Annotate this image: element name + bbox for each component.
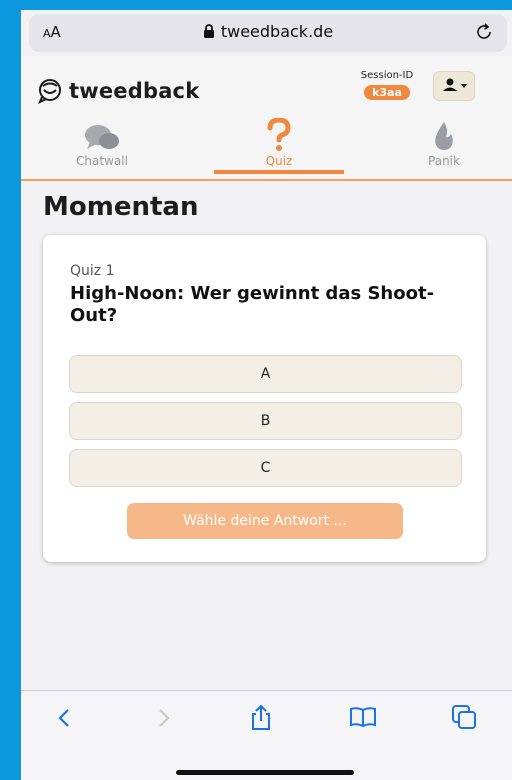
tab-chatwall-label: Chatwall <box>76 154 128 168</box>
app-header: tweedback Session-ID k3aa Chatwall Quiz … <box>21 56 512 181</box>
chevron-down-icon <box>461 84 467 88</box>
session-id-badge: k3aa <box>364 85 410 100</box>
share-icon[interactable] <box>249 703 273 731</box>
logo[interactable]: tweedback <box>37 78 199 104</box>
chat-bubbles-icon <box>85 125 119 149</box>
logo-text: tweedback <box>69 79 200 103</box>
answer-option-a[interactable]: A <box>69 355 462 393</box>
forward-icon[interactable] <box>155 707 173 729</box>
url-display[interactable]: tweedback.de <box>29 22 507 41</box>
quiz-card: Quiz 1 High-Noon: Wer gewinnt das Shoot-… <box>43 235 486 562</box>
page-title: Momentan <box>43 192 199 222</box>
back-icon[interactable] <box>55 707 73 729</box>
user-icon <box>443 78 467 91</box>
address-bar[interactable]: AAAA tweedback.de <box>29 14 507 52</box>
tab-panik-label: Panik <box>428 154 460 168</box>
submit-answer-button[interactable]: Wähle deine Antwort ... <box>127 503 403 539</box>
session-info: Session-ID k3aa <box>351 70 423 100</box>
reload-icon[interactable] <box>473 21 495 43</box>
lock-icon <box>203 24 214 38</box>
tweedback-logo-icon <box>38 79 61 104</box>
tab-quiz[interactable]: Quiz <box>214 116 344 176</box>
tabs-icon[interactable] <box>451 704 477 730</box>
phone-frame: AAAA tweedback.de twee <box>0 0 512 780</box>
screen: AAAA tweedback.de twee <box>21 10 512 780</box>
answer-option-b[interactable]: B <box>69 402 462 440</box>
browser-toolbar <box>21 690 512 780</box>
bookmarks-icon[interactable] <box>349 706 377 728</box>
answer-option-c[interactable]: C <box>69 449 462 487</box>
session-label: Session-ID <box>360 70 414 81</box>
home-indicator[interactable] <box>176 770 354 775</box>
active-tab-indicator <box>214 170 344 174</box>
flame-icon <box>435 122 453 150</box>
quiz-question: High-Noon: Wer gewinnt das Shoot-Out? <box>70 283 435 326</box>
url-text: tweedback.de <box>220 22 334 41</box>
tab-chatwall[interactable]: Chatwall <box>37 116 167 176</box>
tab-quiz-label: Quiz <box>265 154 293 168</box>
tab-bar: Chatwall Quiz Panik <box>21 116 512 176</box>
tab-panik[interactable]: Panik <box>379 116 509 176</box>
user-menu-button[interactable] <box>433 71 475 101</box>
question-mark-icon <box>267 118 291 151</box>
quiz-label: Quiz 1 <box>70 263 115 279</box>
